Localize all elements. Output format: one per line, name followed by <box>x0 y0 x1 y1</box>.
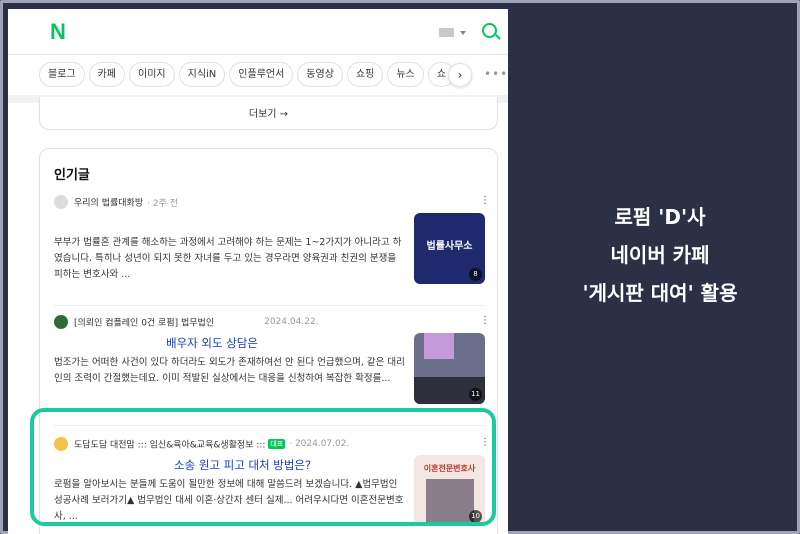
caption-line-2: 네이버 카페 <box>610 243 710 267</box>
previous-results-card: 더보기 → <box>39 97 498 130</box>
post-thumbnail[interactable]: 법률사무소 8 <box>414 213 485 284</box>
caption-line-3: '게시판 대여' 활용 <box>582 281 738 305</box>
tab-kin[interactable]: 지식iN <box>178 62 226 87</box>
post-source[interactable]: 우리의 법률대화방 · 2주 전 <box>54 195 178 211</box>
chevron-right-icon: › <box>457 68 463 82</box>
blurred-region <box>424 333 454 359</box>
avatar <box>54 195 68 209</box>
search-icon[interactable] <box>482 23 497 38</box>
post-snippet: 법조가는 어떠한 사건이 있다 하더라도 외도가 존재하여선 안 된다 언급했으… <box>54 357 405 384</box>
tab-influencer[interactable]: 인플루언서 <box>229 62 294 87</box>
post-snippet: 부부가 법률혼 관계를 해소하는 과정에서 고려해야 하는 문제는 1~2가지가… <box>54 237 402 280</box>
section-title: 인기글 <box>54 168 90 183</box>
image-count-badge: 11 <box>469 388 482 401</box>
post-divider <box>54 305 485 306</box>
tab-next-button[interactable]: › <box>448 63 472 87</box>
search-header: N <box>8 9 508 55</box>
caret-down-icon[interactable] <box>460 31 466 35</box>
kebab-menu-icon[interactable]: ⋮ <box>480 195 490 206</box>
tab-image[interactable]: 이미지 <box>129 62 175 87</box>
post-title[interactable]: 배우자 외도 상담은 <box>54 335 406 351</box>
highlight-box <box>30 408 496 526</box>
tab-news[interactable]: 뉴스 <box>387 62 424 87</box>
side-caption: 로펌 'D'사 네이버 카페 '게시판 대여' 활용 <box>520 198 800 312</box>
tab-blog[interactable]: 블로그 <box>39 62 85 87</box>
more-link[interactable]: 더보기 → <box>249 105 288 120</box>
search-tabs: 블로그 카페 이미지 지식iN 인플루언서 동영상 쇼핑 뉴스 쇼 <box>39 62 459 88</box>
naver-logo[interactable]: N <box>50 19 66 45</box>
post-source[interactable]: [의뢰인 컴플레인 0건 로펌] 법무법인 2024.04.22. <box>54 315 319 331</box>
tab-cafe[interactable]: 카페 <box>88 62 126 87</box>
avatar <box>54 315 68 329</box>
kebab-menu-icon[interactable]: ⋮ <box>480 315 490 326</box>
image-count-badge: 8 <box>469 268 482 281</box>
tab-video[interactable]: 동영상 <box>297 62 343 87</box>
tab-shopping[interactable]: 쇼핑 <box>346 62 384 87</box>
more-icon[interactable]: ••• <box>484 67 508 81</box>
thumbnail-text: 법률사무소 <box>426 241 473 252</box>
keyboard-icon[interactable] <box>439 28 454 37</box>
caption-line-1: 로펌 'D'사 <box>614 205 706 229</box>
post-thumbnail[interactable]: 11 <box>414 333 485 404</box>
